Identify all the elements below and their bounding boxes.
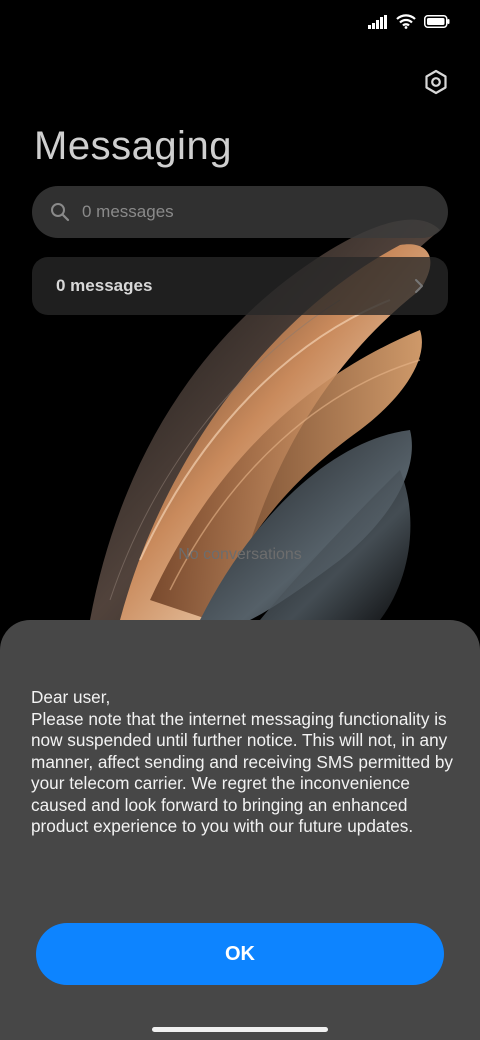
status-bar [368, 14, 450, 29]
signal-icon [368, 14, 387, 29]
settings-button[interactable] [418, 64, 454, 100]
home-indicator[interactable] [152, 1027, 328, 1032]
messages-count-label: 0 messages [56, 276, 153, 295]
search-placeholder: 0 messages [82, 202, 174, 221]
dialog-greeting: Dear user, [31, 687, 111, 707]
dialog-message: Dear user, Please note that the internet… [31, 687, 463, 838]
messaging-screen: Messaging 0 messages 0 messages No conve… [0, 0, 480, 1040]
empty-state-text: No conversations [178, 546, 302, 563]
messages-card[interactable]: 0 messages [32, 257, 448, 315]
battery-icon [424, 15, 450, 28]
wifi-icon [396, 14, 416, 29]
gear-icon [425, 69, 447, 95]
dialog-body: Please note that the internet messaging … [31, 708, 453, 837]
search-bar[interactable]: 0 messages [32, 186, 448, 238]
page-title: Messaging [34, 124, 232, 168]
ok-button[interactable]: OK [36, 923, 444, 985]
chevron-right-icon [415, 279, 423, 293]
search-icon [51, 203, 70, 222]
